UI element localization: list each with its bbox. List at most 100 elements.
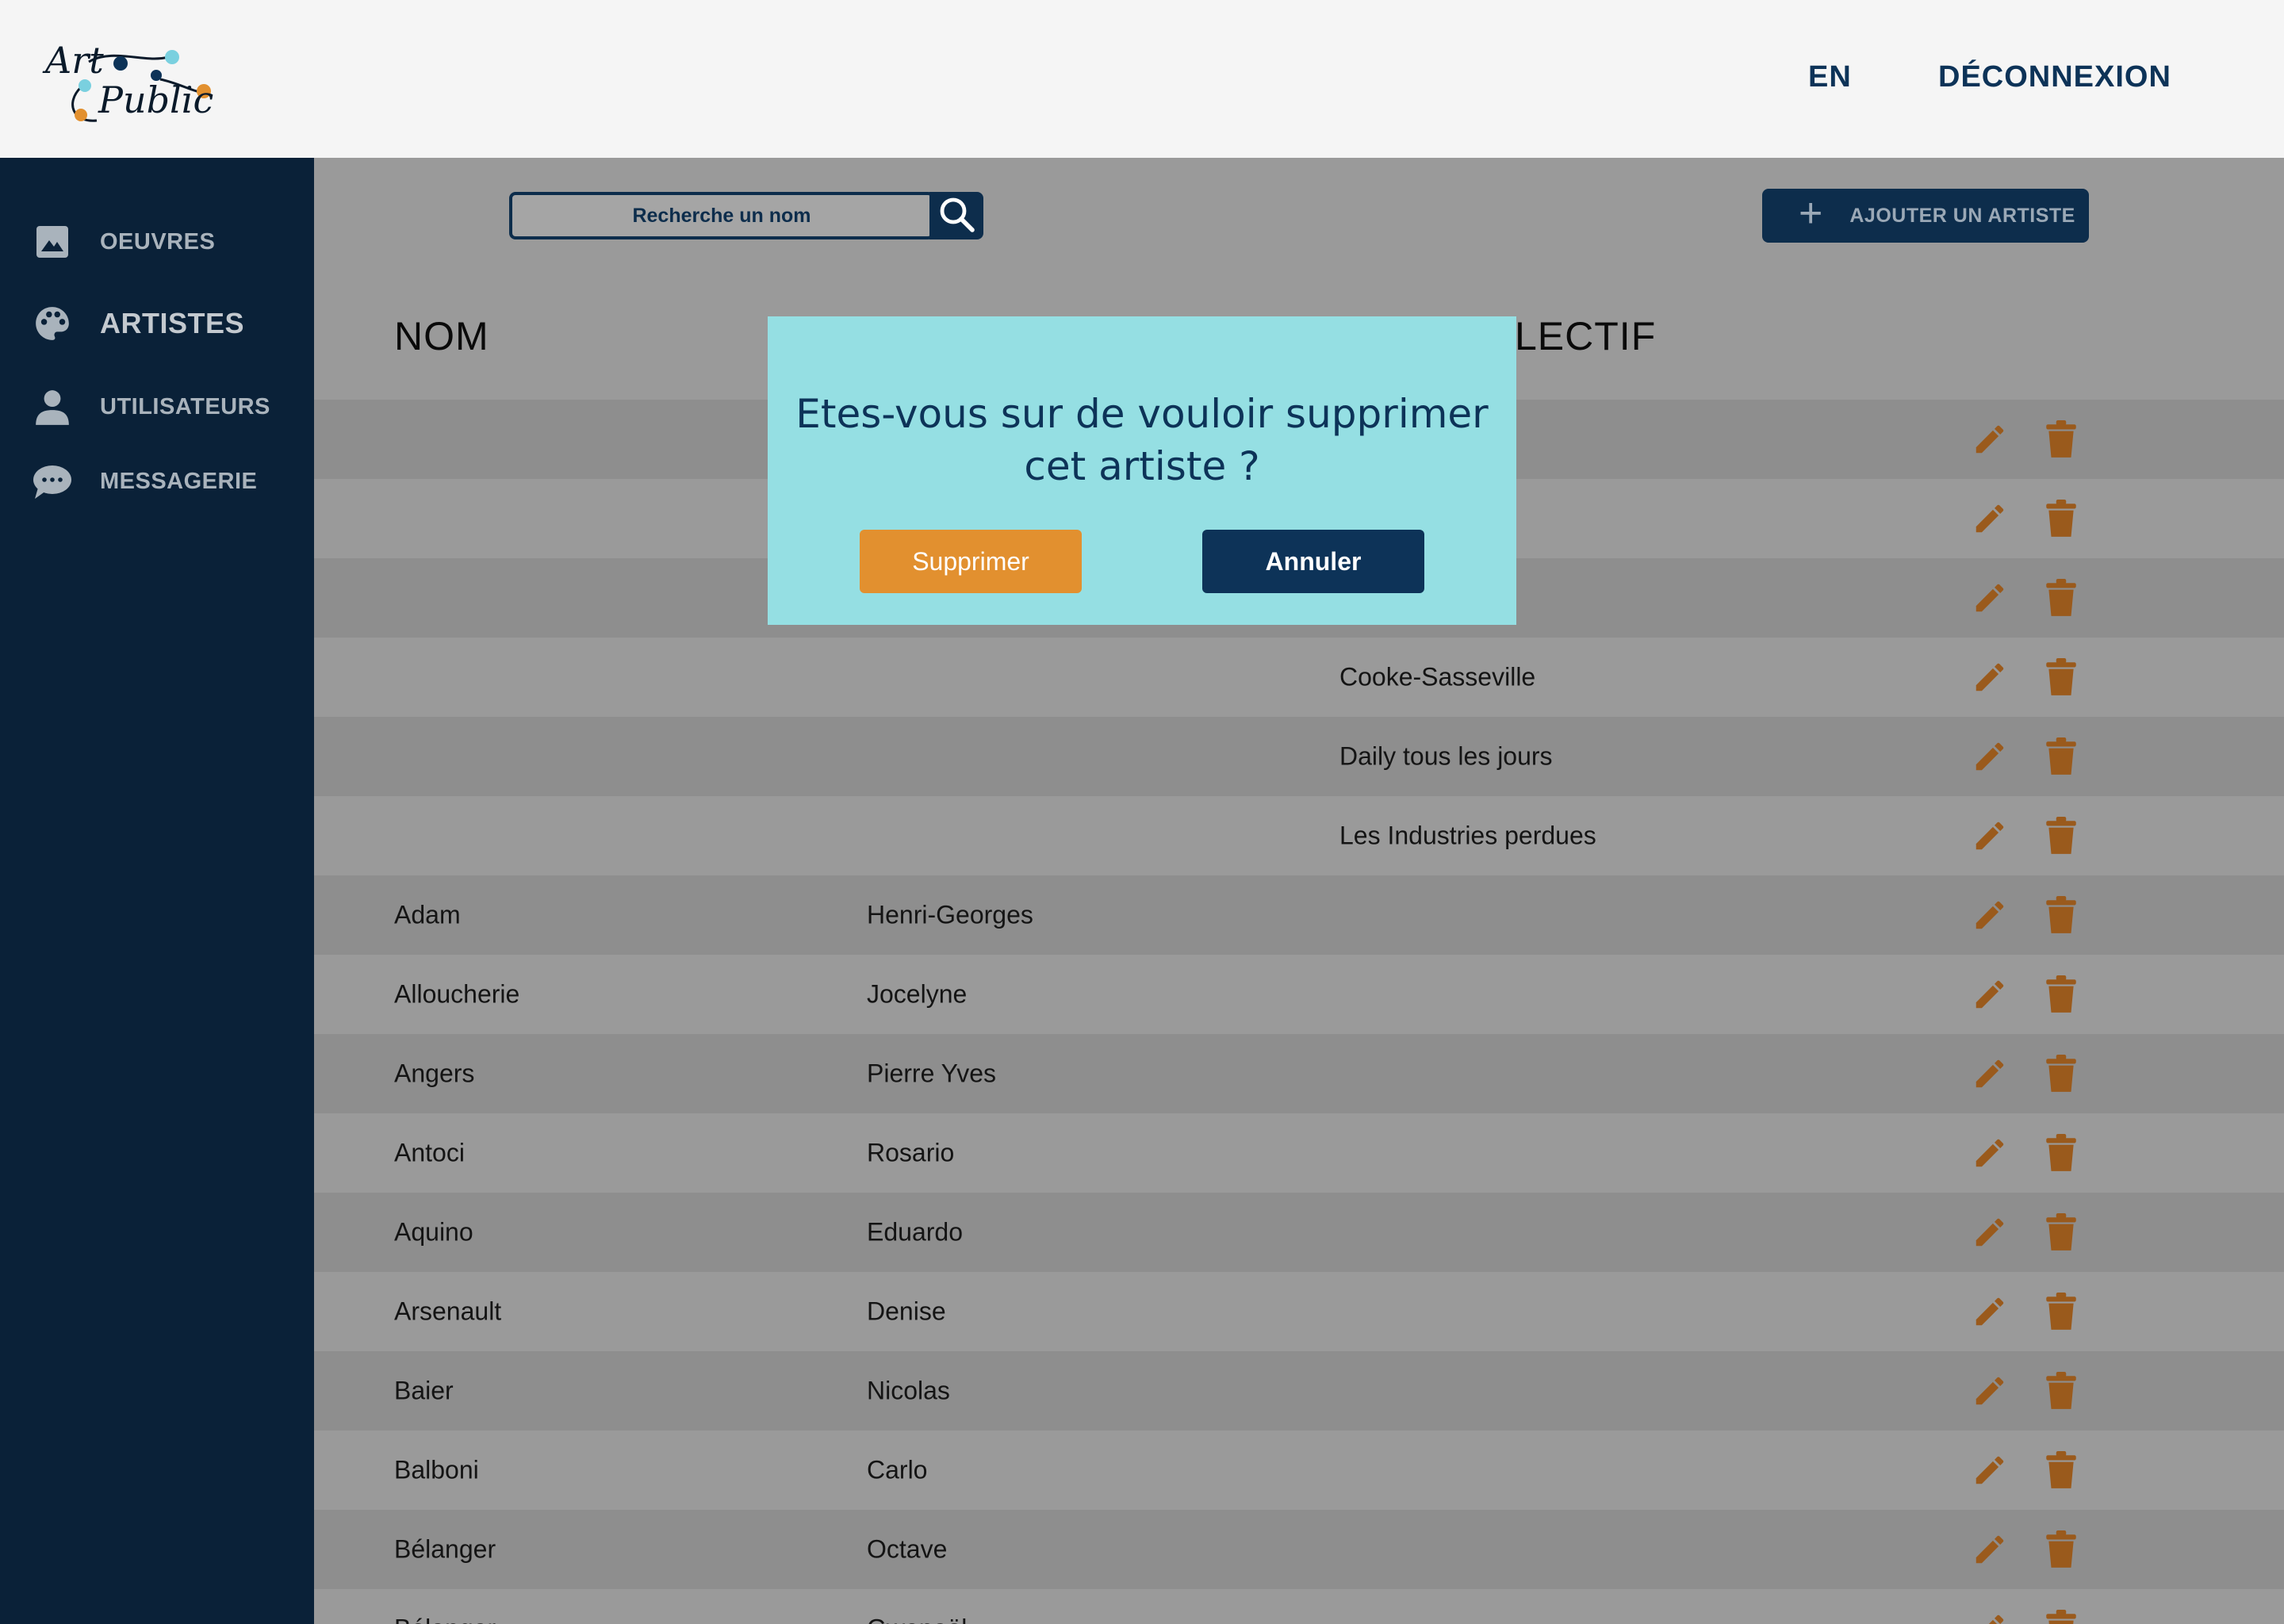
trash-icon[interactable] bbox=[2039, 1369, 2083, 1413]
art-public-logo[interactable]: Art Public bbox=[41, 39, 216, 135]
edit-icon[interactable] bbox=[1968, 1607, 2012, 1624]
cell-nom: Arsenault bbox=[394, 1297, 502, 1326]
search-button[interactable] bbox=[929, 192, 983, 239]
cell-prenom: Pierre Yves bbox=[867, 1059, 997, 1088]
edit-icon[interactable] bbox=[1968, 1051, 2012, 1096]
edit-icon[interactable] bbox=[1968, 417, 2012, 462]
sidebar-item-label: UTILISATEURS bbox=[100, 393, 270, 419]
table-row: Alloucherie Jocelyne bbox=[314, 955, 2284, 1034]
cell-nom: Bélanger bbox=[394, 1534, 496, 1564]
edit-icon[interactable] bbox=[1968, 1289, 2012, 1334]
table-row: Balboni Carlo bbox=[314, 1431, 2284, 1510]
edit-icon[interactable] bbox=[1968, 893, 2012, 937]
cell-nom: Angers bbox=[394, 1059, 475, 1088]
search-input[interactable]: Recherche un nom bbox=[509, 192, 934, 239]
trash-icon[interactable] bbox=[2039, 972, 2083, 1017]
trash-icon[interactable] bbox=[2039, 1527, 2083, 1572]
table-row: Les Industries perdues bbox=[314, 796, 2284, 875]
edit-icon[interactable] bbox=[1968, 1369, 2012, 1413]
cell-prenom: Octave bbox=[867, 1534, 948, 1564]
table-row: Cooke-Sasseville bbox=[314, 638, 2284, 717]
sidebar-item-label: OEUVRES bbox=[100, 228, 216, 255]
cell-nom: Antoci bbox=[394, 1138, 465, 1167]
sidebar-item-label: MESSAGERIE bbox=[100, 468, 258, 494]
dialog-message: Etes-vous sur de vouloir supprimer cet a… bbox=[795, 391, 1489, 489]
cell-nom: Alloucherie bbox=[394, 979, 520, 1009]
edit-icon[interactable] bbox=[1968, 1448, 2012, 1492]
column-header-collectif: LECTIF bbox=[1515, 314, 1657, 358]
cell-prenom: Jocelyne bbox=[867, 979, 968, 1009]
cell-prenom: Carlo bbox=[867, 1455, 928, 1484]
search-icon bbox=[937, 195, 975, 237]
table-row: Baier Nicolas bbox=[314, 1351, 2284, 1431]
table-row: Adam Henri-Georges bbox=[314, 875, 2284, 955]
cell-nom: Baier bbox=[394, 1376, 454, 1405]
sidebar-item-messagerie[interactable]: MESSAGERIE bbox=[32, 461, 257, 502]
cell-nom: Adam bbox=[394, 900, 461, 929]
add-artist-label: AJOUTER UN ARTISTE bbox=[1849, 204, 2075, 227]
sidebar: OEUVRES ARTISTES UTILISATEURS MESSAGERIE bbox=[0, 158, 314, 1624]
svg-text:Art: Art bbox=[42, 40, 104, 82]
trash-icon[interactable] bbox=[2039, 1607, 2083, 1624]
palette-icon bbox=[32, 303, 73, 344]
sidebar-item-utilisateurs[interactable]: UTILISATEURS bbox=[32, 386, 270, 427]
sidebar-item-label: ARTISTES bbox=[100, 307, 245, 339]
edit-icon[interactable] bbox=[1968, 496, 2012, 541]
sidebar-item-oeuvres[interactable]: OEUVRES bbox=[32, 221, 215, 262]
cell-prenom: Eduardo bbox=[867, 1217, 963, 1247]
edit-icon[interactable] bbox=[1968, 972, 2012, 1017]
trash-icon[interactable] bbox=[2039, 893, 2083, 937]
language-toggle[interactable]: EN bbox=[1808, 60, 1852, 94]
edit-icon[interactable] bbox=[1968, 1527, 2012, 1572]
svg-text:Public: Public bbox=[98, 79, 213, 121]
chat-icon bbox=[32, 461, 73, 502]
table-row: Aquino Eduardo bbox=[314, 1193, 2284, 1272]
edit-icon[interactable] bbox=[1968, 814, 2012, 858]
cell-prenom: Henri-Georges bbox=[867, 900, 1033, 929]
trash-icon[interactable] bbox=[2039, 814, 2083, 858]
trash-icon[interactable] bbox=[2039, 1289, 2083, 1334]
cell-prenom: Nicolas bbox=[867, 1376, 950, 1405]
cancel-button[interactable]: Annuler bbox=[1202, 530, 1424, 593]
trash-icon[interactable] bbox=[2039, 655, 2083, 699]
confirm-delete-button[interactable]: Supprimer bbox=[860, 530, 1082, 593]
trash-icon[interactable] bbox=[2039, 1131, 2083, 1175]
table-row: Antoci Rosario bbox=[314, 1113, 2284, 1193]
edit-icon[interactable] bbox=[1968, 1210, 2012, 1254]
table-row: Bélanger Octave bbox=[314, 1510, 2284, 1589]
cell-nom: Bélanger bbox=[394, 1614, 496, 1624]
search-placeholder: Recherche un nom bbox=[632, 204, 811, 227]
cell-prenom: Rosario bbox=[867, 1138, 955, 1167]
cell-nom: Aquino bbox=[394, 1217, 473, 1247]
column-header-nom: NOM bbox=[394, 314, 489, 358]
logout-link[interactable]: DÉCONNEXION bbox=[1938, 60, 2171, 94]
sidebar-item-artistes[interactable]: ARTISTES bbox=[32, 303, 244, 344]
cell-collectif: Daily tous les jours bbox=[1339, 741, 1553, 771]
trash-icon[interactable] bbox=[2039, 1051, 2083, 1096]
cell-prenom: Gwenaël bbox=[867, 1614, 967, 1624]
edit-icon[interactable] bbox=[1968, 734, 2012, 779]
table-row: Arsenault Denise bbox=[314, 1272, 2284, 1351]
delete-confirm-dialog: Etes-vous sur de vouloir supprimer cet a… bbox=[768, 316, 1516, 625]
trash-icon[interactable] bbox=[2039, 417, 2083, 462]
image-icon bbox=[32, 221, 73, 262]
table-row: Angers Pierre Yves bbox=[314, 1034, 2284, 1113]
user-icon bbox=[32, 386, 73, 427]
trash-icon[interactable] bbox=[2039, 576, 2083, 620]
cell-nom: Balboni bbox=[394, 1455, 479, 1484]
trash-icon[interactable] bbox=[2039, 496, 2083, 541]
table-row: Daily tous les jours bbox=[314, 717, 2284, 796]
cell-collectif: Les Industries perdues bbox=[1339, 821, 1596, 850]
cell-prenom: Denise bbox=[867, 1297, 946, 1326]
edit-icon[interactable] bbox=[1968, 576, 2012, 620]
trash-icon[interactable] bbox=[2039, 1210, 2083, 1254]
add-artist-button[interactable]: + AJOUTER UN ARTISTE bbox=[1762, 189, 2089, 243]
plus-icon: + bbox=[1799, 190, 1823, 236]
edit-icon[interactable] bbox=[1968, 655, 2012, 699]
trash-icon[interactable] bbox=[2039, 734, 2083, 779]
edit-icon[interactable] bbox=[1968, 1131, 2012, 1175]
top-header: Art Public EN DÉCONNEXION bbox=[0, 0, 2284, 158]
trash-icon[interactable] bbox=[2039, 1448, 2083, 1492]
table-row: Bélanger Gwenaël bbox=[314, 1589, 2284, 1624]
cell-collectif: Cooke-Sasseville bbox=[1339, 662, 1536, 691]
